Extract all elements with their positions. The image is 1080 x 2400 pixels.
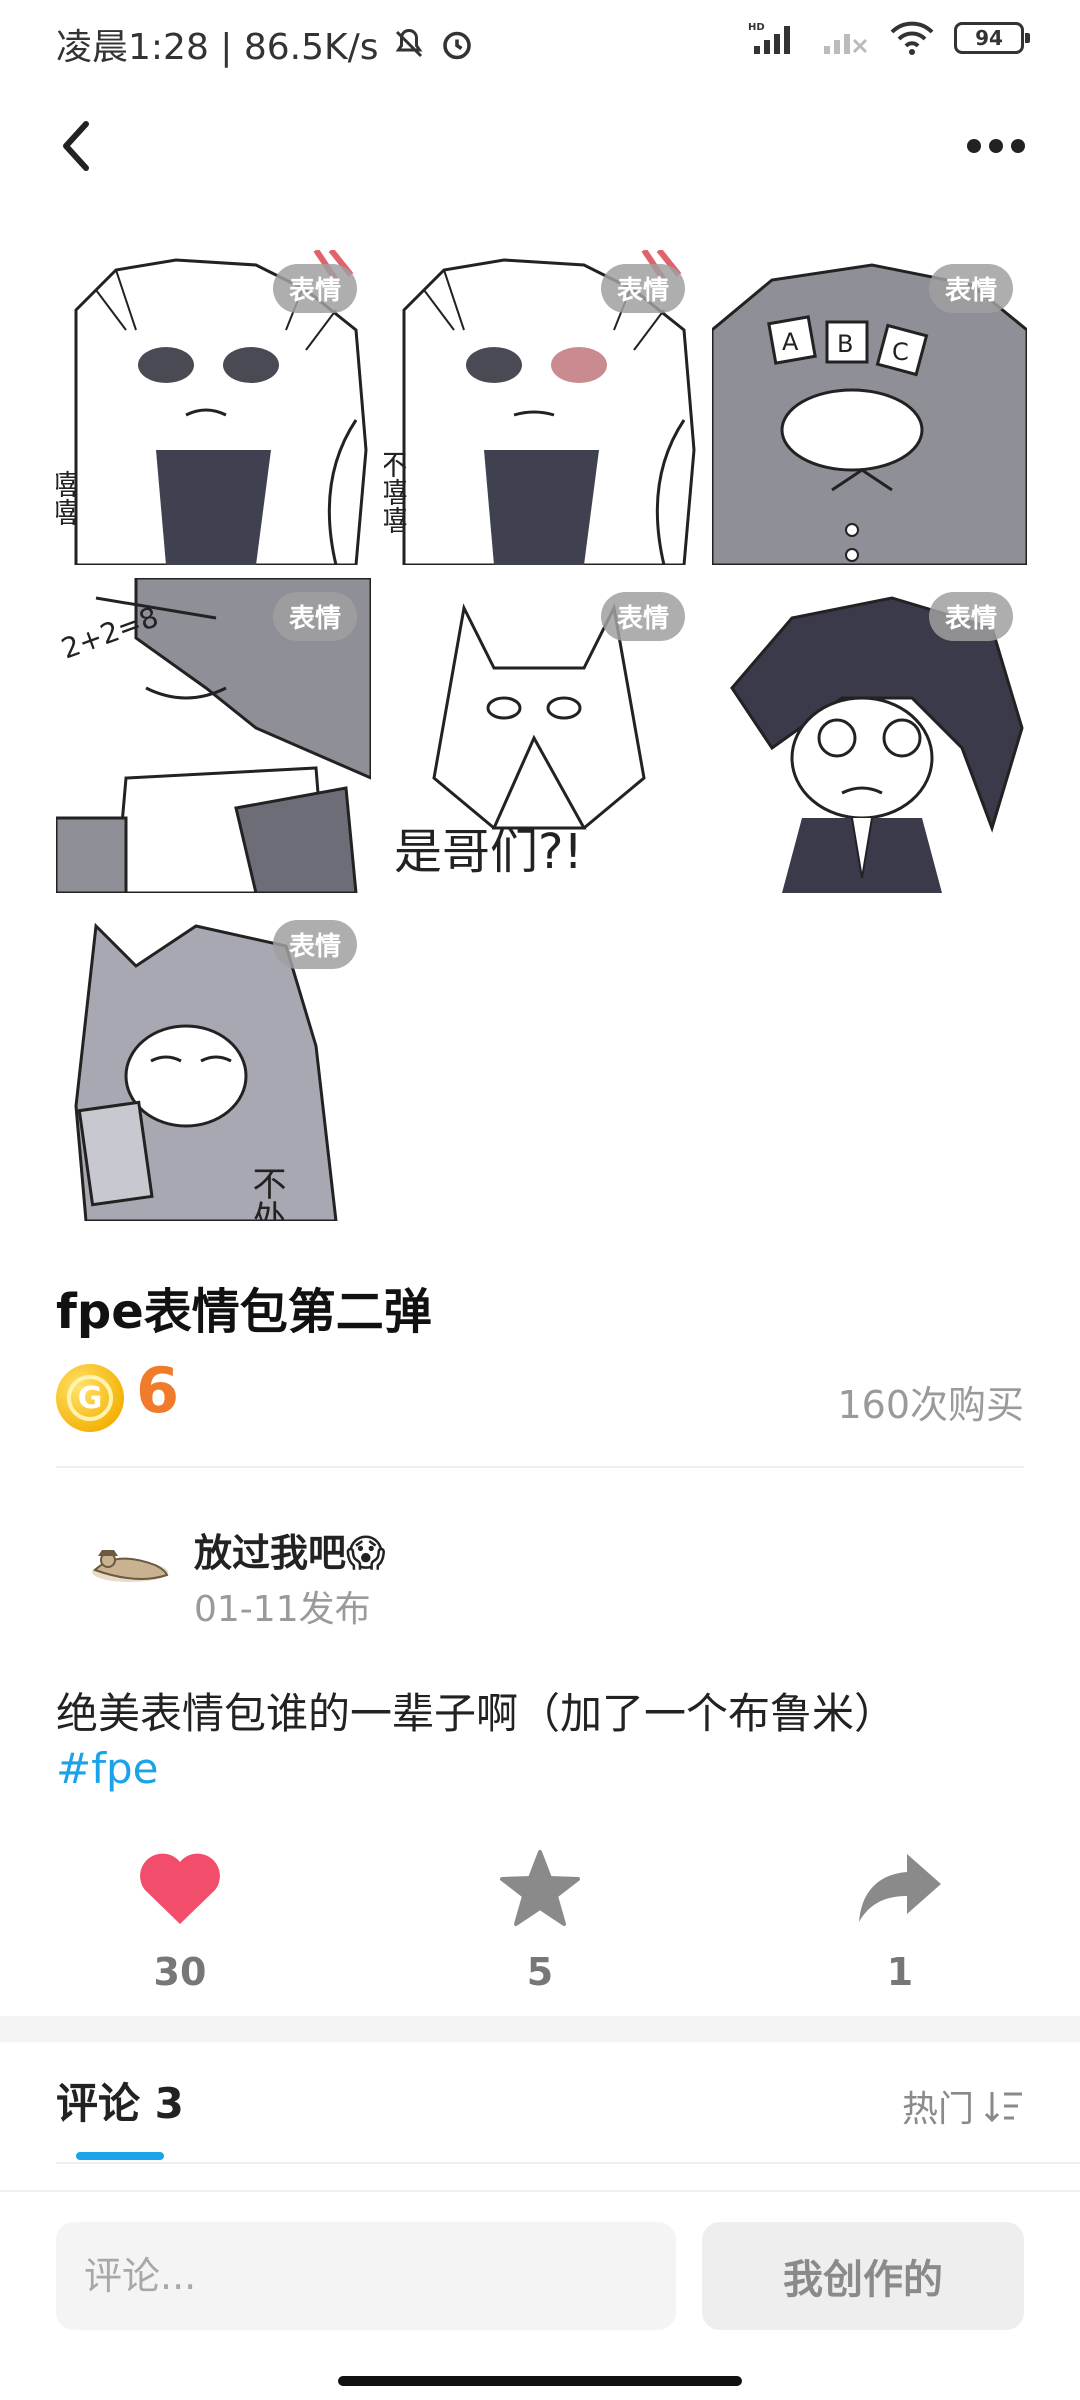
divider <box>56 2162 1080 2164</box>
nav-bar <box>0 96 1080 196</box>
status-bar: 凌晨1:28 | 86.5K/s HD 94 <box>0 0 1080 84</box>
like-count: 30 <box>153 1950 207 1994</box>
share-button[interactable]: 1 <box>840 1838 960 1994</box>
signal-off-icon <box>824 34 868 54</box>
more-dot <box>989 139 1003 153</box>
sticker-badge: 表情 <box>928 592 1013 641</box>
sort-button[interactable]: 热门 <box>902 2080 1024 2132</box>
sticker-caption: 不嘻嘻 <box>384 450 409 534</box>
sticker-badge: 表情 <box>272 920 357 969</box>
share-count: 1 <box>886 1950 914 1994</box>
post-text: 绝美表情包谁的一辈子啊（加了一个布鲁米） <box>56 1689 897 1738</box>
hashtag-link[interactable]: #fpe <box>56 1744 158 1793</box>
svg-text:A: A <box>782 328 799 356</box>
sticker-tile[interactable]: 2+2=8 表情 <box>56 578 371 893</box>
status-left: 凌晨1:28 | 86.5K/s <box>56 18 475 70</box>
mute-bell-icon <box>395 28 422 58</box>
sticker-tile[interactable]: 不嘻嘻 表情 <box>384 250 699 565</box>
svg-text:C: C <box>892 338 909 366</box>
wifi-icon <box>890 21 934 55</box>
star-icon <box>500 1850 580 1926</box>
purchase-count: 160次购买 <box>837 1383 1024 1427</box>
sticker-tile[interactable]: 表情 <box>712 578 1027 893</box>
heart-icon <box>140 1853 220 1924</box>
share-arrow-icon <box>859 1854 941 1922</box>
sticker-caption: 嘻嘻 <box>56 470 79 526</box>
sticker-caption: 不处 <box>246 1166 286 1221</box>
sort-label: 热门 <box>901 2089 974 2130</box>
sort-icon <box>984 2092 1022 2123</box>
tab-underline <box>76 2152 164 2160</box>
sticker-tile[interactable]: 不处 表情 <box>56 906 371 1221</box>
back-button[interactable] <box>48 118 104 174</box>
sticker-badge: 表情 <box>928 264 1013 313</box>
sticker-badge: 表情 <box>272 592 357 641</box>
signal-hd-icon: HD <box>748 22 790 54</box>
author-avatar[interactable] <box>80 1510 180 1610</box>
comment-input[interactable] <box>56 2222 676 2330</box>
home-indicator[interactable] <box>338 2376 742 2386</box>
sticker-badge: 表情 <box>600 264 685 313</box>
battery-level: 94 <box>975 26 1003 50</box>
product-title: fpe表情包第二弹 <box>56 1284 432 1340</box>
sticker-tile[interactable]: 是哥们?! 表情 <box>384 578 699 893</box>
avatar-image <box>92 1550 169 1582</box>
price-value: 6 <box>136 1354 180 1427</box>
price-row: G 6 160次购买 <box>56 1354 1024 1436</box>
sticker-caption: 是哥们?! <box>394 824 583 880</box>
sticker-caption: 2+2=8 <box>57 600 163 665</box>
coin-symbol: G <box>67 1375 113 1421</box>
status-right: HD 94 <box>748 20 1030 56</box>
bottom-bar: 我创作的 <box>0 2190 1080 2400</box>
section-gap <box>0 2016 1080 2042</box>
my-creations-button[interactable]: 我创作的 <box>702 2222 1024 2330</box>
author-name[interactable]: 放过我吧😱 <box>194 1522 386 1577</box>
like-button[interactable]: 30 <box>120 1838 240 1994</box>
action-bar: 30 5 1 <box>0 1838 1080 1998</box>
more-dot <box>1011 139 1025 153</box>
sticker-tile[interactable]: 嘻嘻 表情 <box>56 250 371 565</box>
svg-text:HD: HD <box>748 22 765 33</box>
chevron-left-icon <box>63 121 89 171</box>
battery-icon: 94 <box>954 22 1030 54</box>
favorite-button[interactable]: 5 <box>480 1838 600 1994</box>
more-dot <box>967 139 981 153</box>
coin-icon: G <box>56 1364 124 1432</box>
more-options-button[interactable] <box>960 118 1032 174</box>
sticker-tile[interactable]: A B C 表情 <box>712 250 1027 565</box>
favorite-count: 5 <box>526 1950 554 1994</box>
sticker-badge: 表情 <box>600 592 685 641</box>
alarm-icon <box>442 31 471 60</box>
status-time: 凌晨1:28 | 86.5K/s <box>56 27 379 68</box>
tab-comments[interactable]: 评论 3 <box>56 2070 184 2131</box>
sticker-badge: 表情 <box>272 264 357 313</box>
post-date: 01-11发布 <box>194 1589 371 1630</box>
svg-text:B: B <box>837 330 853 358</box>
divider <box>56 1466 1024 1468</box>
